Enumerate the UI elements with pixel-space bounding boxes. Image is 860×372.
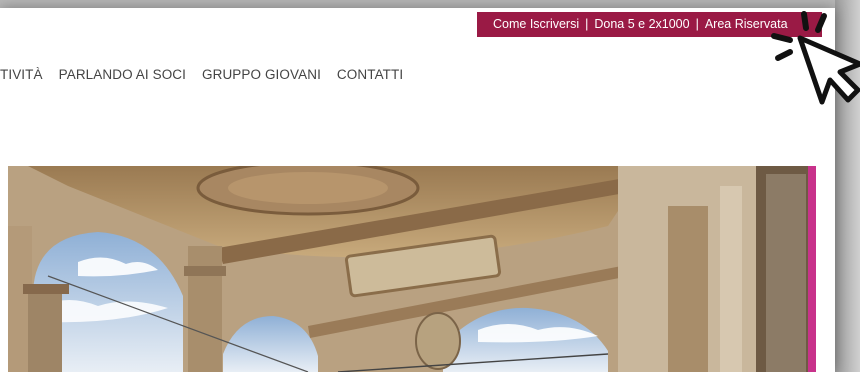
main-navigation: TIVITÀ PARLANDO AI SOCI GRUPPO GIOVANI C… (0, 64, 403, 84)
click-cursor-icon (766, 6, 860, 110)
link-dona[interactable]: Dona 5 e 2x1000 (594, 17, 689, 31)
hero-image (8, 166, 816, 372)
link-come-iscriversi[interactable]: Come Iscriversi (493, 17, 579, 31)
nav-item-gruppo-giovani[interactable]: GRUPPO GIOVANI (202, 67, 321, 82)
loggia-illustration (8, 166, 816, 372)
separator: | (695, 17, 699, 31)
nav-item-parlando-ai-soci[interactable]: PARLANDO AI SOCI (59, 67, 186, 82)
web-page: Come Iscriversi | Dona 5 e 2x1000 | Area Ris… (0, 8, 835, 372)
separator: | (585, 17, 589, 31)
nav-item-contatti[interactable]: CONTATTI (337, 67, 403, 82)
nav-item-attivita[interactable]: TIVITÀ (0, 67, 43, 82)
